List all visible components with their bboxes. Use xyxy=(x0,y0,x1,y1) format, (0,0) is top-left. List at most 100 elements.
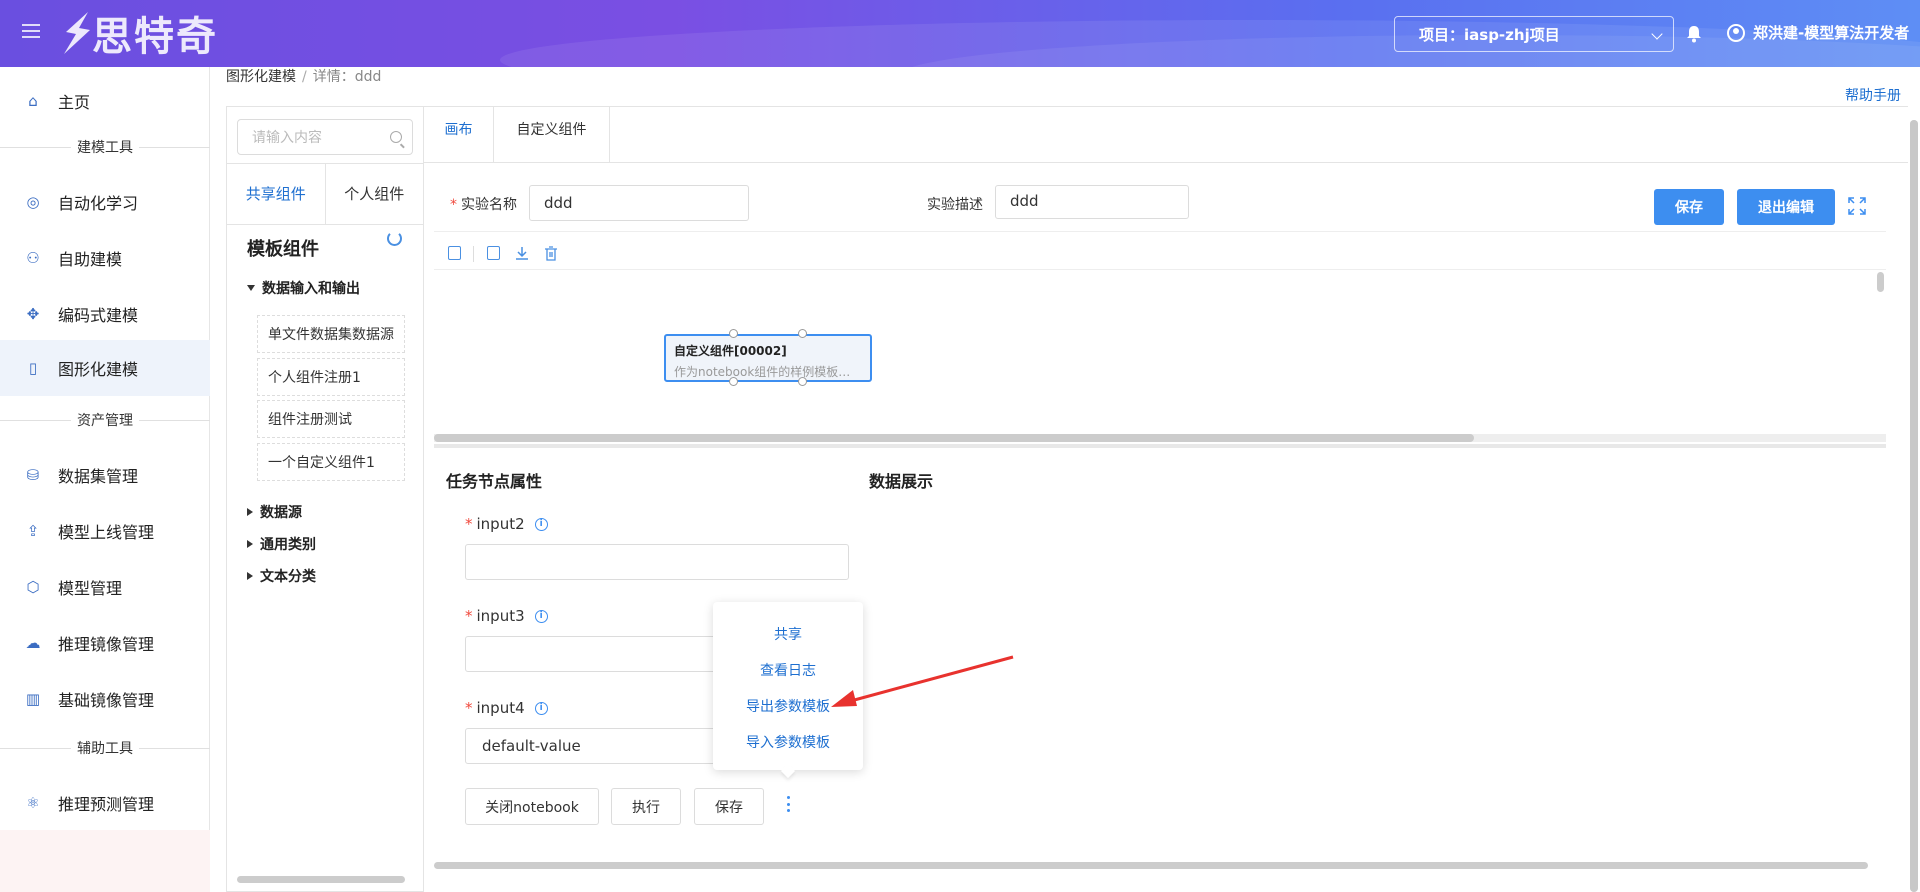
tree-folder-label: 数据源 xyxy=(260,505,302,521)
sidebar-item-label: 基础镜像管理 xyxy=(58,691,155,710)
home-icon: ⌂ xyxy=(28,92,38,110)
properties-save-button[interactable]: 保存 xyxy=(694,788,764,825)
sidebar-item-code-modeling[interactable]: ✥ 编码式建模 xyxy=(0,286,210,342)
flow-canvas[interactable]: 自定义组件[00002] 作为notebook组件的样例模板，开... xyxy=(434,270,1886,448)
panel-horizontal-scrollbar[interactable] xyxy=(237,876,405,883)
breadcrumb-current: 详情：ddd xyxy=(312,69,382,85)
delete-icon[interactable] xyxy=(544,246,558,261)
sidebar-item-model-deploy[interactable]: ⇪ 模型上线管理 xyxy=(0,503,210,559)
tab-personal-components[interactable]: 个人组件 xyxy=(326,164,424,224)
tree-folder-text[interactable]: 文本分类 xyxy=(247,566,316,586)
node-input-port[interactable] xyxy=(729,329,738,338)
project-select-label: 项目：iasp-zhj项目 xyxy=(1419,25,1560,44)
canvas-horizontal-scrollbar[interactable] xyxy=(434,434,1886,442)
sidebar-item-label: 模型上线管理 xyxy=(58,523,155,542)
tree-folder-io[interactable]: 数据输入和输出 xyxy=(247,278,360,298)
sidebar-group-title: 资产管理 xyxy=(0,410,210,434)
data-display-title: 数据展示 xyxy=(869,472,934,491)
tree-folder-label: 数据输入和输出 xyxy=(262,281,360,297)
sidebar-item-automl[interactable]: ◎ 自动化学习 xyxy=(0,174,210,230)
sidebar-group-title: 辅助工具 xyxy=(0,738,210,762)
experiment-name-input[interactable]: ddd xyxy=(529,185,749,221)
sidebar-footer xyxy=(0,830,210,892)
tree-folder-datasource[interactable]: 数据源 xyxy=(247,502,302,522)
scroll-thumb[interactable] xyxy=(1910,120,1918,892)
canvas-toolbar xyxy=(434,240,1886,270)
page-vertical-scrollbar[interactable] xyxy=(1910,120,1918,892)
sidebar-item-inference-images[interactable]: ☁ 推理镜像管理 xyxy=(0,615,210,671)
tree-folder-general[interactable]: 通用类别 xyxy=(247,534,316,554)
panel-splitter[interactable] xyxy=(434,444,1886,448)
bell-icon[interactable] xyxy=(1686,25,1702,43)
canvas-node[interactable]: 自定义组件[00002] 作为notebook组件的样例模板，开... xyxy=(664,334,872,382)
project-select[interactable]: 项目：iasp-zhj项目 xyxy=(1394,16,1674,52)
node-input-port[interactable] xyxy=(798,329,807,338)
tree-leaf[interactable]: 个人组件注册1 xyxy=(257,358,405,396)
node-output-port[interactable] xyxy=(729,377,738,386)
sidebar-item-home[interactable]: ⌂ 主页 xyxy=(0,73,210,129)
sidebar-item-models[interactable]: ⬡ 模型管理 xyxy=(0,559,210,615)
file-icon[interactable] xyxy=(487,246,500,260)
experiment-desc-textarea[interactable]: ddd xyxy=(995,185,1189,219)
cube-icon: ⬡ xyxy=(26,578,40,596)
menu-item-share[interactable]: 共享 xyxy=(713,624,863,644)
tree-leaf[interactable]: 单文件数据集数据源 xyxy=(257,315,405,353)
tree-folder-label: 文本分类 xyxy=(260,569,316,585)
exit-edit-button[interactable]: 退出编辑 xyxy=(1737,189,1835,225)
refresh-icon[interactable] xyxy=(387,231,402,246)
sidebar-item-datasets[interactable]: ⛁ 数据集管理 xyxy=(0,447,210,503)
more-vertical-icon[interactable] xyxy=(787,796,791,812)
user-menu[interactable]: 郑洪建-模型算法开发者 xyxy=(1727,22,1909,43)
info-icon[interactable]: i xyxy=(534,609,548,623)
sidebar-item-label: 推理预测管理 xyxy=(58,795,155,814)
info-icon[interactable]: i xyxy=(534,517,548,531)
menu-item-import-param-template[interactable]: 导入参数模板 xyxy=(713,732,863,752)
code-modeling-icon: ✥ xyxy=(26,305,40,323)
main-tabs: 画布 自定义组件 xyxy=(424,106,1908,163)
toolbar-separator xyxy=(473,246,474,262)
tab-custom-component[interactable]: 自定义组件 xyxy=(494,107,610,163)
top-header: 思特奇 项目：iasp-zhj项目 郑洪建-模型算法开发者 xyxy=(0,0,1920,67)
input4-label: * input4 i xyxy=(465,699,548,717)
sidebar-group-title: 建模工具 xyxy=(0,137,210,161)
sidebar-item-label: 图形化建模 xyxy=(58,360,139,379)
info-icon[interactable]: i xyxy=(534,701,548,715)
component-search-input[interactable]: 请输入内容 xyxy=(237,119,413,155)
experiment-desc-label: 实验描述 xyxy=(927,197,983,213)
automl-icon: ◎ xyxy=(26,193,40,211)
breadcrumb-separator: / xyxy=(302,69,307,85)
user-icon xyxy=(1727,23,1745,42)
main-horizontal-scrollbar[interactable] xyxy=(434,862,1868,869)
menu-toggle-icon[interactable] xyxy=(22,24,40,42)
fullscreen-icon[interactable] xyxy=(1848,197,1866,215)
node-description: 作为notebook组件的样例模板，开... xyxy=(674,365,862,379)
help-manual-link[interactable]: 帮助手册 xyxy=(1845,85,1901,105)
node-output-port[interactable] xyxy=(798,377,807,386)
tab-canvas[interactable]: 画布 xyxy=(424,107,494,163)
tab-shared-components[interactable]: 共享组件 xyxy=(227,164,326,224)
run-button[interactable]: 执行 xyxy=(611,788,681,825)
node-title: 自定义组件[00002] xyxy=(674,344,787,358)
sidebar-item-prediction[interactable]: ⚛ 推理预测管理 xyxy=(0,775,210,831)
tree-folder-label: 通用类别 xyxy=(260,537,316,553)
close-notebook-button[interactable]: 关闭notebook xyxy=(465,788,599,825)
breadcrumb-root[interactable]: 图形化建模 xyxy=(226,69,296,85)
sidebar-item-base-images[interactable]: ▥ 基础镜像管理 xyxy=(0,671,210,727)
sidebar-item-self-modeling[interactable]: ⚇ 自助建模 xyxy=(0,230,210,286)
task-node-properties-title: 任务节点属性 xyxy=(446,472,543,491)
save-icon[interactable] xyxy=(448,246,461,260)
sidebar-item-graph-modeling[interactable]: ▯ 图形化建模 xyxy=(0,340,210,396)
input2-field[interactable] xyxy=(465,544,849,580)
sidebar-item-label: 推理镜像管理 xyxy=(58,635,155,654)
tree-leaf[interactable]: 组件注册测试 xyxy=(257,400,405,438)
sidebar-item-label: 编码式建模 xyxy=(58,306,139,325)
scroll-thumb[interactable] xyxy=(434,434,1474,442)
cloud-icon: ☁ xyxy=(25,634,41,652)
canvas-vertical-scrollbar[interactable] xyxy=(1877,272,1884,292)
download-icon[interactable] xyxy=(515,246,529,261)
sidebar: ⌂ 主页 建模工具 ◎ 自动化学习 ⚇ 自助建模 ✥ 编码式建模 ▯ 图形化建模… xyxy=(0,67,210,892)
caret-down-icon xyxy=(247,285,255,291)
tree-leaf[interactable]: 一个自定义组件1 xyxy=(257,443,405,481)
network-icon: ⚛ xyxy=(26,794,40,812)
save-button[interactable]: 保存 xyxy=(1654,189,1724,225)
